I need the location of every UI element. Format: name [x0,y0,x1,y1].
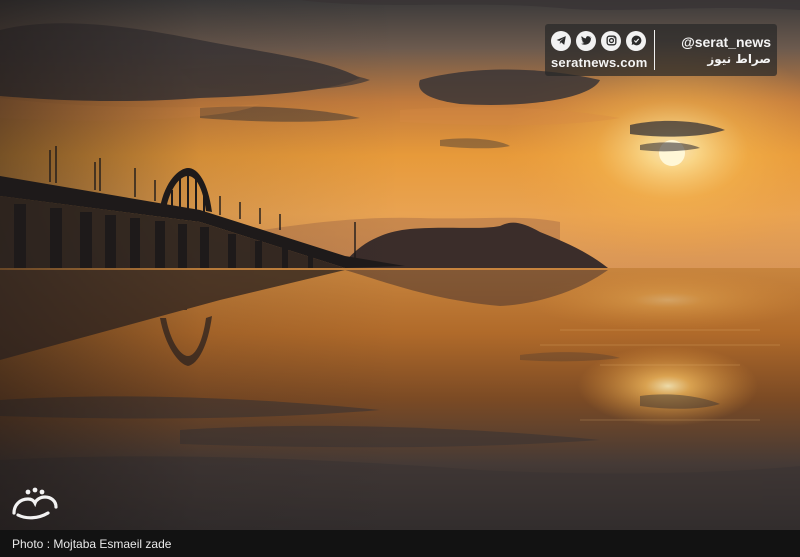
serat-news-watermark: seratnews.com @serat_news صراط نیوز [545,24,777,76]
persian-site-name: صراط نیوز [707,52,771,66]
tasnim-logo-icon [12,487,58,520]
watermark-left: seratnews.com [551,30,648,70]
caption-bar: Photo : Mojtaba Esmaeil zade [0,530,800,557]
site-url: seratnews.com [551,54,648,70]
social-icons [551,30,648,51]
photo-credit: Photo : Mojtaba Esmaeil zade [12,536,172,551]
watermark-right: @serat_news صراط نیوز [661,34,771,66]
photo-frame: seratnews.com @serat_news صراط نیوز Phot… [0,0,800,557]
twitter-icon [576,30,596,51]
social-handle: @serat_news [681,34,771,50]
check-badge-icon [626,30,646,51]
instagram-icon [601,30,621,51]
lake-sunset-photo [0,0,800,530]
telegram-icon [551,30,571,51]
watermark-divider [653,30,656,70]
